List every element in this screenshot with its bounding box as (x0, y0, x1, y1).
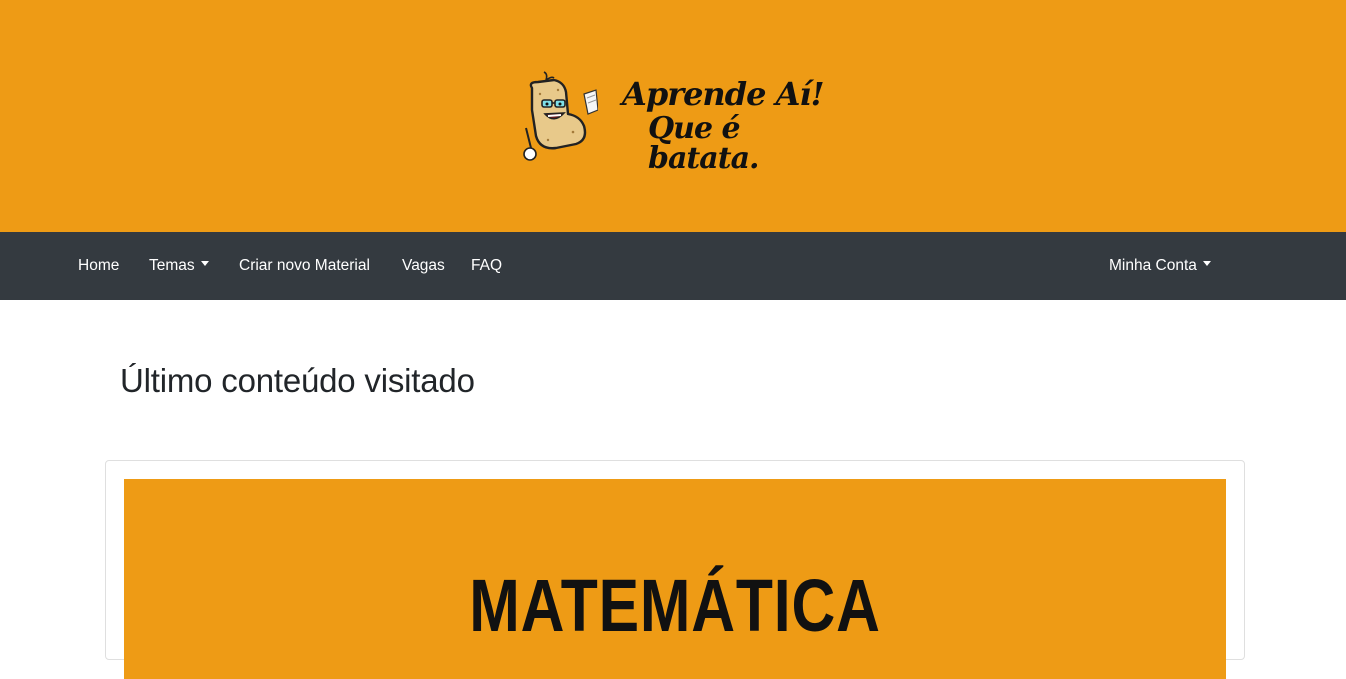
nav-item-vagas-label: Vagas (402, 257, 445, 274)
nav-item-temas-label: Temas (149, 257, 195, 274)
chevron-down-icon (200, 261, 209, 267)
nav-item-faq-label: FAQ (471, 257, 503, 274)
nav-item-home-label: Home (78, 257, 120, 274)
content-thumbnail[interactable]: MATEMÁTICA (124, 479, 1226, 679)
nav-item-minha-conta-label: Minha Conta (1109, 257, 1197, 274)
nav-item-temas[interactable]: Temas (149, 232, 209, 300)
nav-item-home[interactable]: Home (78, 232, 119, 300)
nav-item-criar-novo-material[interactable]: Criar novo Material (239, 232, 370, 300)
nav-item-vagas[interactable]: Vagas (402, 232, 445, 300)
main-navbar: Home Temas Criar novo Material Vagas FAQ… (0, 232, 1346, 300)
nav-item-minha-conta[interactable]: Minha Conta (1109, 232, 1211, 300)
logo-line-2: Que é batata. (648, 111, 759, 176)
nav-item-criar-novo-material-label: Criar novo Material (239, 257, 370, 274)
nav-item-faq[interactable]: FAQ (471, 232, 502, 300)
logo-line-1: Aprende Aí! (622, 75, 825, 113)
potato-mascot-icon (523, 71, 598, 161)
site-logo[interactable]: Aprende Aí! Que é batata. (518, 70, 838, 174)
page-title: Último conteúdo visitado (120, 362, 475, 399)
logo-text: Aprende Aí! Que é batata. (622, 78, 842, 174)
content-thumbnail-title: MATEMÁTICA (469, 564, 881, 647)
chevron-down-icon (1202, 261, 1211, 267)
last-content-card[interactable]: MATEMÁTICA (105, 460, 1245, 679)
site-header: Aprende Aí! Que é batata. (0, 0, 1346, 232)
